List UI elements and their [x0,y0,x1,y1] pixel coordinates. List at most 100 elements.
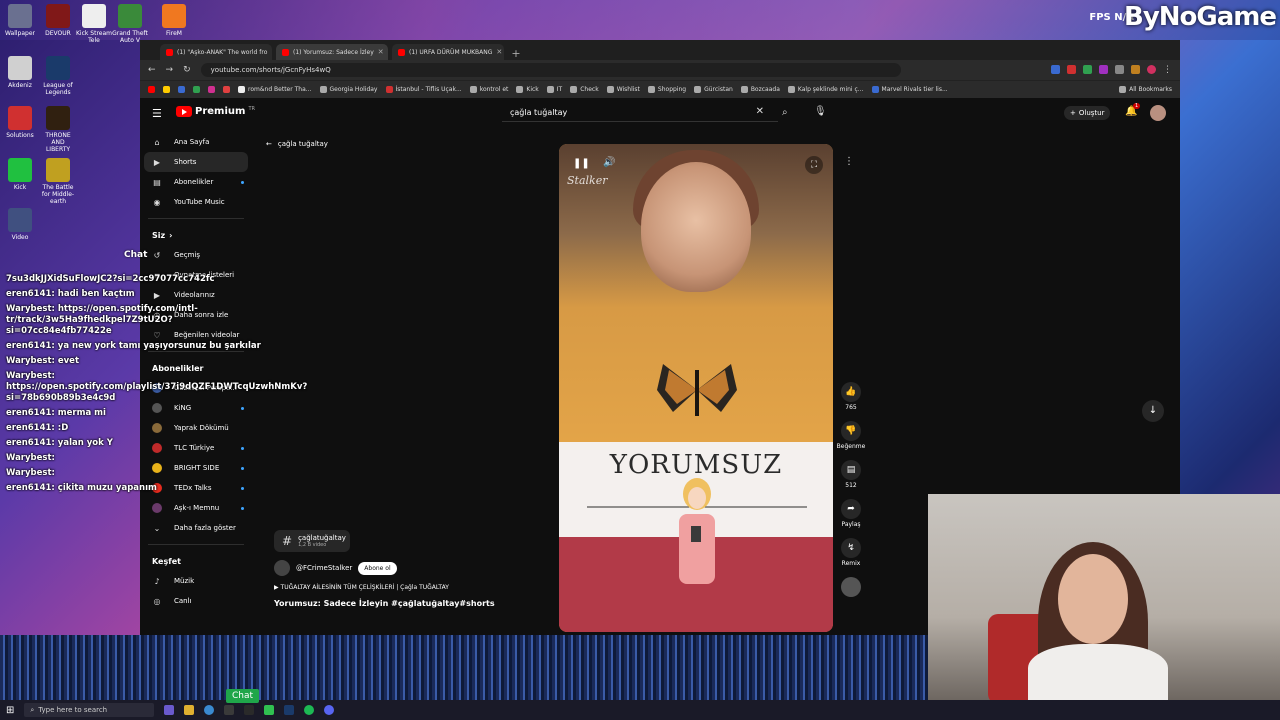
extension-icon[interactable] [1083,65,1092,74]
bookmark[interactable]: Bozcaada [740,86,780,93]
desktop-icon[interactable]: DEVOUR [40,4,76,40]
more-options-icon[interactable]: ⋮ [844,156,854,167]
hashtag-chip[interactable]: # çağlatuğaltay 1,2 B video [274,530,350,552]
desktop-icon[interactable]: Video [2,208,38,244]
windows-start-icon[interactable]: ⊞ [6,705,14,716]
bookmark[interactable]: İstanbul - Tiflis Uçak... [385,86,462,93]
sidebar-you-header[interactable]: Siz › [140,225,252,245]
steam-icon[interactable] [284,705,295,715]
extension-icon[interactable] [1115,65,1124,74]
subscribe-button[interactable]: Abone ol [358,561,397,575]
bookmark[interactable]: IT [546,86,562,93]
like-button[interactable]: 👍 [841,382,861,402]
extension-icon[interactable] [1131,65,1140,74]
bookmark[interactable]: kontrol et [469,86,508,93]
create-button[interactable]: + Oluştur [1064,106,1111,120]
bookmark[interactable]: Wishlist [606,86,640,93]
sidebar-item-shorts[interactable]: ▶ Shorts [144,152,248,172]
close-tab-icon[interactable]: ✕ [496,48,502,56]
illustration-graphic [679,478,715,584]
file-explorer-icon[interactable] [184,705,195,715]
forward-arrow-icon[interactable]: → [166,65,174,75]
back-to-search[interactable]: ← çağla tuğaltay [266,140,328,148]
channel-avatar[interactable] [274,560,290,576]
app-icon[interactable] [244,705,255,715]
bookmark[interactable]: Check [570,86,599,93]
obs-icon[interactable] [224,705,235,715]
sidebar-item-music[interactable]: ◉ YouTube Music [140,192,252,212]
sidebar-item-music-explore[interactable]: ♪ Müzik [140,571,252,591]
search-icon[interactable]: ⌕ [782,107,788,118]
share-button[interactable]: ➦ [841,499,861,519]
desktop-icon[interactable]: FireM [156,4,192,40]
desktop-icon[interactable]: Kick [2,158,38,194]
browser-tab-active[interactable]: (1) Yorumsuz: Sadece İzley ✕ [276,44,388,60]
desktop-icon[interactable]: THRONE AND LIBERTY [40,106,76,153]
video-description[interactable]: ▶ TUĞALTAY AİLESİNİN TÜM ÇELİŞKİLERİ | Ç… [274,584,495,591]
chat-button[interactable]: Chat [226,689,260,703]
new-tab-icon[interactable]: + [508,47,524,60]
sidebar-item-live[interactable]: ◎ Canlı [140,591,252,611]
back-arrow-icon[interactable]: ← [148,65,156,75]
chat-message: Warybest: [6,453,55,463]
fullscreen-icon[interactable]: ⛶ [805,156,823,174]
chrome-icon[interactable] [204,705,215,715]
extension-icon[interactable] [1099,65,1108,74]
close-tab-icon[interactable]: ✕ [378,48,384,56]
discord-icon[interactable] [324,705,335,715]
play-icon[interactable] [264,705,275,715]
divider [148,218,244,219]
comments-button[interactable]: ▤ [841,460,861,480]
spotify-icon[interactable] [304,705,315,715]
new-content-dot [241,506,244,510]
menu-dots-icon[interactable]: ⋮ [1163,65,1172,75]
desktop-icon[interactable]: Solutions [2,106,38,142]
sidebar-subscription[interactable]: Aşk-ı Memnu [140,498,252,518]
youtube-logo[interactable]: Premium TR [176,106,255,117]
avatar[interactable] [1150,105,1166,121]
sidebar-item-subscriptions[interactable]: ▤ Abonelikler [140,172,252,192]
pause-icon[interactable]: ❚❚ [573,158,590,169]
microphone-icon[interactable]: 🎙 [814,106,827,117]
clear-search-icon[interactable]: ✕ [756,106,764,117]
bookmark[interactable]: Georgia Holiday [319,86,378,93]
desktop-icon[interactable]: The Battle for Middle-earth [40,158,76,205]
all-bookmarks[interactable]: All Bookmarks [1119,86,1172,93]
short-video-player[interactable]: YORUMSUZ ❚❚ 🔊 ⛶ Stalker [559,144,833,632]
next-short-button[interactable]: ↓ [1142,400,1164,422]
close-tab-icon[interactable]: ✕ [271,48,272,56]
sidebar-show-more[interactable]: ⌄ Daha fazla göster [140,518,252,538]
search-input[interactable] [502,108,742,117]
extension-icon[interactable] [1067,65,1076,74]
dislike-button[interactable]: 👎 [841,421,861,441]
bookmark[interactable]: rom&nd Better Tha... [238,86,312,93]
remix-button[interactable]: ↯ [841,538,861,558]
profile-icon[interactable] [1147,65,1156,74]
video-title: Yorumsuz: Sadece İzleyin #çağlatuğaltay#… [274,599,495,608]
bookmark[interactable]: Shopping [647,86,686,93]
url-field[interactable]: youtube.com/shorts/jGcnFyHs4wQ [200,63,901,77]
sound-thumbnail[interactable] [841,577,861,597]
desktop-icon[interactable]: Wallpaper [2,4,38,40]
desktop-icon[interactable]: Kick Stream Tele [76,4,112,44]
taskbar-search[interactable]: ⌕ Type here to search [24,703,155,717]
bookmark[interactable]: Gürcistan [694,86,733,93]
share-action: ➦ Paylaş [836,499,866,528]
task-view-icon[interactable] [164,705,175,715]
webcam-overlay [928,494,1280,700]
bookmark[interactable]: Kalp şeklinde mini ç... [787,86,864,93]
bookmarks-bar: rom&nd Better Tha... Georgia Holiday İst… [140,80,1180,98]
hamburger-menu-icon[interactable]: ☰ [152,107,162,120]
desktop-icon[interactable]: Akdeniz [2,56,38,92]
bookmark[interactable]: Marvel Rivals tier lis... [871,86,948,93]
sidebar-item-home[interactable]: ⌂ Ana Sayfa [140,132,252,152]
bookmark[interactable]: Kick [516,86,539,93]
desktop-icon[interactable]: League of Legends [40,56,76,96]
extension-icon[interactable] [1051,65,1060,74]
reload-icon[interactable]: ↻ [183,65,191,75]
channel-name[interactable]: @FCrimeStalker [296,564,352,572]
browser-tab[interactable]: (1) "Aşko-ANAK" The world fro✕ [160,44,272,60]
desktop-icon[interactable]: Grand Theft Auto V [112,4,148,44]
volume-icon[interactable]: 🔊 [603,157,615,168]
browser-tab[interactable]: (1) URFA DÜRÜM MUKBANG ✕ [392,44,504,60]
